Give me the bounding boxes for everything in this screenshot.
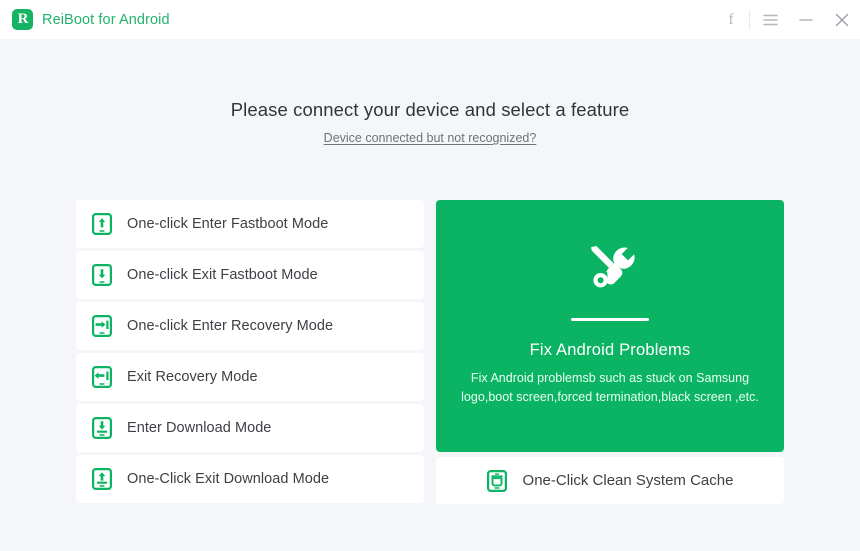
mode-row-label: Exit Recovery Mode <box>127 369 258 385</box>
not-recognized-link-text: Device connected but not recognized? <box>323 131 537 145</box>
not-recognized-link[interactable]: Device connected but not recognized? <box>0 131 860 145</box>
minimize-icon[interactable] <box>788 0 824 39</box>
window-controls: f <box>714 0 860 39</box>
mode-row-label: One-click Enter Recovery Mode <box>127 318 334 334</box>
panel-description: Fix Android problemsb such as stuck on S… <box>461 371 759 404</box>
title-bar: R ReiBoot for Android f <box>0 0 860 39</box>
app-brand: R ReiBoot for Android <box>12 9 170 30</box>
right-column: Fix Android Problems Fix Android problem… <box>436 200 784 504</box>
close-icon[interactable] <box>824 0 860 39</box>
feature-grid: One-click Enter Fastboot Mode One-click … <box>76 200 784 504</box>
mode-row-label: One-click Exit Fastboot Mode <box>127 267 318 283</box>
controls-divider <box>749 9 750 30</box>
page-title: Please connect your device and select a … <box>230 99 630 120</box>
mode-row-exit-recovery[interactable]: Exit Recovery Mode <box>76 353 424 401</box>
mode-row-enter-fastboot[interactable]: One-click Enter Fastboot Mode <box>76 200 424 248</box>
phone-trash-icon <box>486 469 507 492</box>
mode-row-enter-download[interactable]: Enter Download Mode <box>76 404 424 452</box>
mode-row-enter-recovery[interactable]: One-click Enter Recovery Mode <box>76 302 424 350</box>
wrench-screwdriver-icon <box>591 246 635 288</box>
facebook-icon[interactable]: f <box>714 0 748 39</box>
phone-arrow-out-icon <box>92 366 112 388</box>
mode-row-exit-fastboot[interactable]: One-click Exit Fastboot Mode <box>76 251 424 299</box>
phone-upload-icon <box>92 468 112 490</box>
panel-title: Fix Android Problems <box>529 341 691 359</box>
mode-row-label: Enter Download Mode <box>127 420 272 436</box>
mode-row-exit-download[interactable]: One-Click Exit Download Mode <box>76 455 424 503</box>
clean-system-cache-label: One-Click Clean System Cache <box>522 472 734 489</box>
hamburger-menu-icon[interactable] <box>752 0 788 39</box>
mode-row-label: One-click Enter Fastboot Mode <box>127 216 329 232</box>
phone-arrow-up-icon <box>92 213 112 235</box>
phone-arrow-down-icon <box>92 264 112 286</box>
mode-list: One-click Enter Fastboot Mode One-click … <box>76 200 424 504</box>
app-logo-icon: R <box>12 9 33 30</box>
clean-system-cache-card[interactable]: One-Click Clean System Cache <box>436 457 784 504</box>
app-title: ReiBoot for Android <box>42 11 170 28</box>
panel-divider <box>571 318 649 321</box>
phone-arrow-in-icon <box>92 315 112 337</box>
app-logo-letter: R <box>17 11 29 27</box>
phone-download-icon <box>92 417 112 439</box>
main-content: Please connect your device and select a … <box>0 39 860 551</box>
mode-row-label: One-Click Exit Download Mode <box>127 471 330 487</box>
fix-android-problems-panel[interactable]: Fix Android Problems Fix Android problem… <box>436 200 784 452</box>
